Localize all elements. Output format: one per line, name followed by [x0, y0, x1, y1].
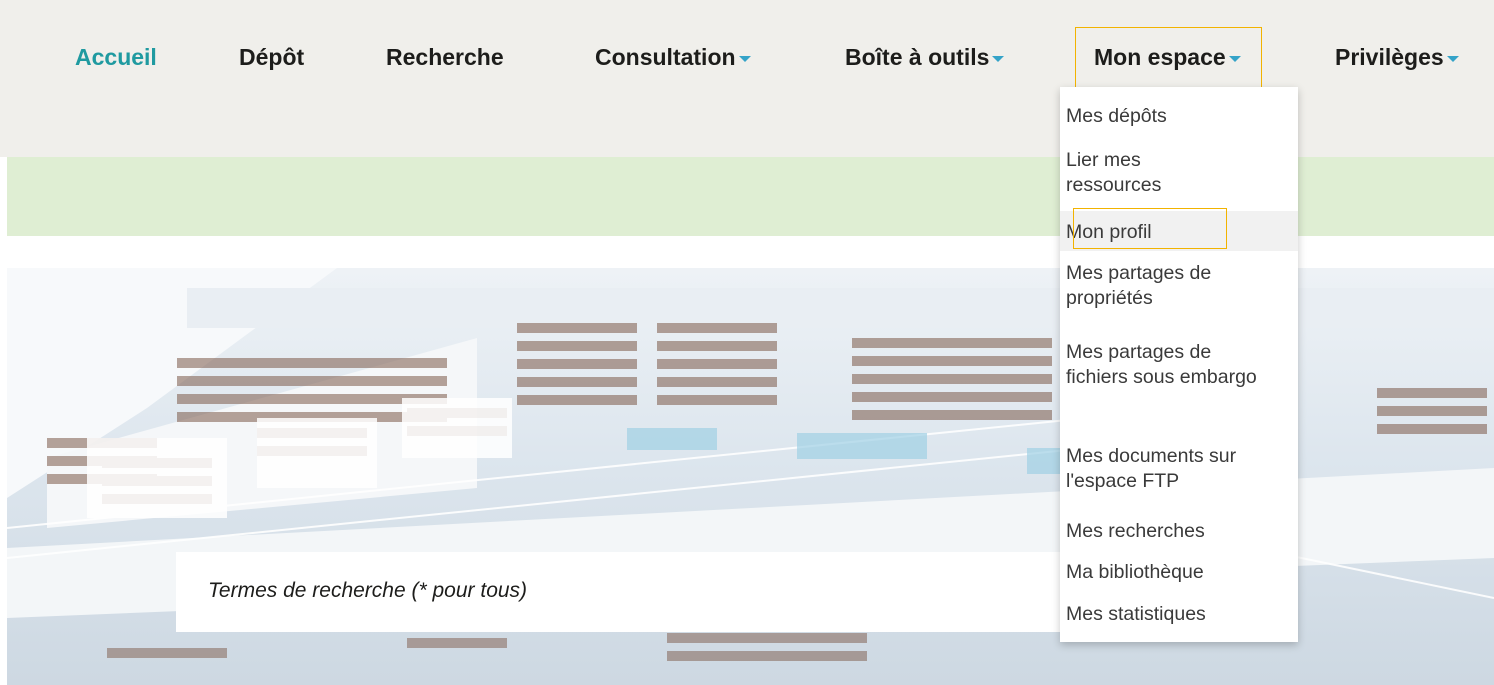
dropdown-item-mes-recherches[interactable]: Mes recherches: [1060, 519, 1298, 544]
search-field[interactable]: Termes de recherche (* pour tous): [176, 552, 1066, 632]
nav-consultation-label: Consultation: [595, 44, 736, 70]
mon-espace-dropdown: Mes dépôts Lier mes ressources Mon profi…: [1060, 87, 1298, 642]
caret-down-icon: [992, 55, 1005, 62]
caret-down-icon: [738, 55, 751, 62]
dropdown-item-lier-mes-ressources[interactable]: Lier mes ressources: [1060, 148, 1216, 198]
nav-consultation[interactable]: Consultation: [595, 44, 751, 71]
nav-accueil[interactable]: Accueil: [75, 44, 157, 71]
nav-privileges-label: Privilèges: [1335, 44, 1444, 70]
nav-privileges[interactable]: Privilèges: [1335, 44, 1459, 71]
nav-boite-a-outils[interactable]: Boîte à outils: [845, 44, 1005, 71]
nav-depot-label: Dépôt: [239, 44, 305, 70]
nav-accueil-label: Accueil: [75, 44, 157, 70]
search-placeholder: Termes de recherche (* pour tous): [208, 579, 528, 602]
mon-espace-highlight: [1075, 27, 1262, 93]
nav-recherche[interactable]: Recherche: [386, 44, 504, 71]
dropdown-item-mes-documents-ftp[interactable]: Mes documents sur l'espace FTP: [1060, 444, 1266, 494]
nav-boite-a-outils-label: Boîte à outils: [845, 44, 990, 70]
dropdown-item-mes-depots[interactable]: Mes dépôts: [1060, 104, 1298, 129]
dropdown-item-ma-bibliotheque[interactable]: Ma bibliothèque: [1060, 560, 1298, 585]
dropdown-item-mes-statistiques[interactable]: Mes statistiques: [1060, 602, 1298, 627]
nav-recherche-label: Recherche: [386, 44, 504, 70]
mon-profil-highlight: [1073, 208, 1227, 249]
nav-depot[interactable]: Dépôt: [239, 44, 304, 71]
dropdown-item-mes-partages-fichiers-embargo[interactable]: Mes partages de fichiers sous embargo: [1060, 340, 1266, 390]
caret-down-icon: [1446, 55, 1459, 62]
dropdown-item-mes-partages-proprietes[interactable]: Mes partages de propriétés: [1060, 261, 1256, 311]
